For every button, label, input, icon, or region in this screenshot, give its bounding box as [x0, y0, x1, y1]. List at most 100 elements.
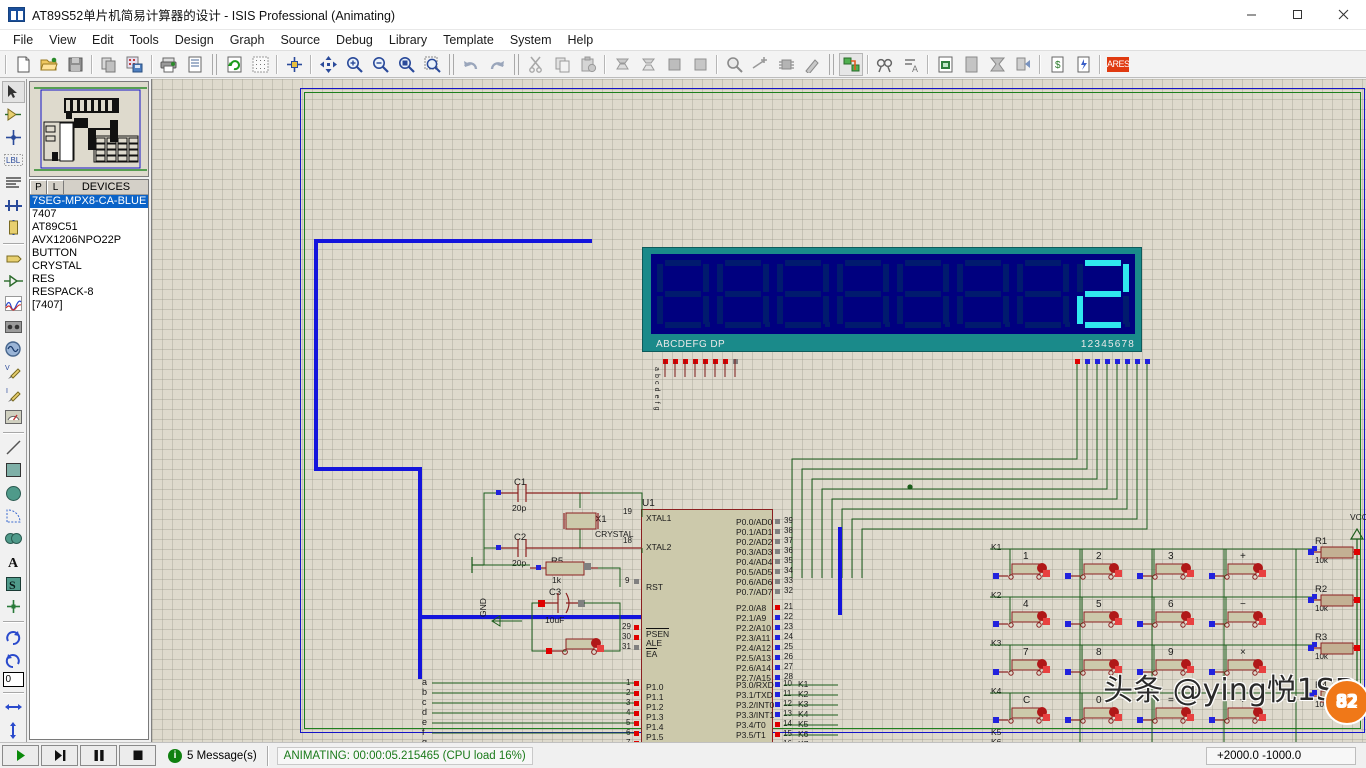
terminals-mode-icon[interactable] — [2, 248, 25, 270]
schematic-canvas[interactable]: ABCDEFG DP 12345678 — [152, 79, 1366, 742]
seven-segment-display[interactable]: ABCDEFG DP 12345678 — [642, 247, 1142, 352]
menu-help[interactable]: Help — [560, 31, 602, 49]
menu-template[interactable]: Template — [435, 31, 502, 49]
voltage-probe-icon[interactable]: V — [2, 361, 25, 383]
make-device-icon[interactable] — [748, 53, 772, 76]
export-section-icon[interactable] — [123, 53, 147, 76]
menu-system[interactable]: System — [502, 31, 560, 49]
undo-icon[interactable] — [459, 53, 483, 76]
menu-source[interactable]: Source — [272, 31, 328, 49]
print-area-icon[interactable] — [183, 53, 207, 76]
message-indicator[interactable]: i 5 Message(s) — [168, 749, 257, 763]
mirror-vertical-icon[interactable] — [2, 719, 25, 741]
origin-icon[interactable] — [282, 53, 306, 76]
zoom-out-icon[interactable] — [368, 53, 392, 76]
circle-tool-icon[interactable] — [2, 482, 25, 504]
devices-list[interactable]: 7SEG-MPX8-CA-BLUE 7407 AT89C51 AVX1206NP… — [30, 195, 148, 739]
search-tag-icon[interactable] — [873, 53, 897, 76]
menu-view[interactable]: View — [41, 31, 84, 49]
bus-mode-icon[interactable] — [2, 194, 25, 216]
symbol-tool-icon[interactable]: S — [2, 573, 25, 595]
line-tool-icon[interactable] — [2, 437, 25, 459]
cut-icon[interactable] — [524, 53, 548, 76]
zoom-area-icon[interactable] — [420, 53, 444, 76]
paste-icon[interactable] — [576, 53, 600, 76]
zoom-all-icon[interactable] — [394, 53, 418, 76]
decompose-icon[interactable] — [800, 53, 824, 76]
pause-icon[interactable] — [80, 745, 117, 766]
marker-tool-icon[interactable] — [2, 596, 25, 618]
menu-file[interactable]: File — [5, 31, 41, 49]
menu-edit[interactable]: Edit — [84, 31, 122, 49]
text-script-icon[interactable] — [2, 172, 25, 194]
block-rotate-icon[interactable] — [662, 53, 686, 76]
menu-graph[interactable]: Graph — [222, 31, 273, 49]
ares-icon[interactable]: ARES — [1105, 53, 1131, 76]
component-mode-icon[interactable] — [2, 104, 25, 126]
devices-p-button[interactable]: P — [30, 180, 47, 194]
new-sheet-icon[interactable] — [959, 53, 983, 76]
current-probe-icon[interactable]: I — [2, 384, 25, 406]
graph-mode-icon[interactable] — [2, 293, 25, 315]
import-section-icon[interactable] — [97, 53, 121, 76]
list-item[interactable]: AVX1206NPO22P — [30, 234, 148, 247]
copy-icon[interactable] — [550, 53, 574, 76]
play-icon[interactable] — [2, 745, 39, 766]
wire-autorouter-icon[interactable] — [839, 53, 863, 76]
redo-icon[interactable] — [485, 53, 509, 76]
packaging-tool-icon[interactable] — [774, 53, 798, 76]
menu-design[interactable]: Design — [167, 31, 222, 49]
virtual-instrument-icon[interactable] — [2, 406, 25, 428]
electrical-rule-check-icon[interactable] — [1071, 53, 1095, 76]
step-icon[interactable] — [41, 745, 78, 766]
stop-icon[interactable] — [119, 745, 156, 766]
path-tool-icon[interactable] — [2, 528, 25, 550]
text-tool-icon[interactable]: A — [2, 550, 25, 572]
list-item[interactable]: AT89C51 — [30, 221, 148, 234]
list-item[interactable]: [7407] — [30, 299, 148, 312]
rotation-value-field[interactable]: 0 — [3, 672, 24, 687]
generator-mode-icon[interactable] — [2, 338, 25, 360]
rotate-clockwise-icon[interactable] — [2, 626, 25, 648]
devices-l-button[interactable]: L — [47, 180, 64, 194]
block-delete-icon[interactable] — [688, 53, 712, 76]
menu-library[interactable]: Library — [381, 31, 435, 49]
selection-mode-icon[interactable] — [2, 81, 25, 103]
rotate-counterclockwise-icon[interactable] — [2, 649, 25, 671]
mirror-horizontal-icon[interactable] — [2, 697, 25, 719]
list-item[interactable]: 7SEG-MPX8-CA-BLUE — [30, 195, 148, 208]
new-file-icon[interactable] — [11, 53, 35, 76]
design-explorer-icon[interactable] — [933, 53, 957, 76]
menu-debug[interactable]: Debug — [328, 31, 381, 49]
print-icon[interactable] — [157, 53, 181, 76]
close-icon[interactable] — [1320, 0, 1366, 30]
property-assign-icon[interactable]: A — [899, 53, 923, 76]
minimize-icon[interactable] — [1228, 0, 1274, 30]
subcircuit-icon[interactable] — [2, 217, 25, 239]
device-pin-icon[interactable] — [2, 270, 25, 292]
save-file-icon[interactable] — [63, 53, 87, 76]
open-file-icon[interactable] — [37, 53, 61, 76]
block-copy-icon[interactable] — [610, 53, 634, 76]
overview-preview[interactable] — [29, 81, 149, 177]
zoom-in-icon[interactable] — [342, 53, 366, 76]
arc-tool-icon[interactable] — [2, 505, 25, 527]
list-item[interactable]: RESPACK-8 — [30, 286, 148, 299]
pan-icon[interactable] — [316, 53, 340, 76]
list-item[interactable]: RES — [30, 273, 148, 286]
toggle-grid-icon[interactable] — [248, 53, 272, 76]
pick-device-icon[interactable] — [722, 53, 746, 76]
junction-dot-icon[interactable] — [2, 126, 25, 148]
remove-sheet-icon[interactable] — [985, 53, 1009, 76]
list-item[interactable]: CRYSTAL — [30, 260, 148, 273]
list-item[interactable]: BUTTON — [30, 247, 148, 260]
refresh-icon[interactable] — [222, 53, 246, 76]
box-tool-icon[interactable] — [2, 460, 25, 482]
list-item[interactable]: 7407 — [30, 208, 148, 221]
bill-of-materials-icon[interactable]: $ — [1045, 53, 1069, 76]
exit-sheet-icon[interactable] — [1011, 53, 1035, 76]
wire-label-icon[interactable]: LBL — [2, 149, 25, 171]
menu-tools[interactable]: Tools — [122, 31, 167, 49]
maximize-icon[interactable] — [1274, 0, 1320, 30]
block-move-icon[interactable] — [636, 53, 660, 76]
